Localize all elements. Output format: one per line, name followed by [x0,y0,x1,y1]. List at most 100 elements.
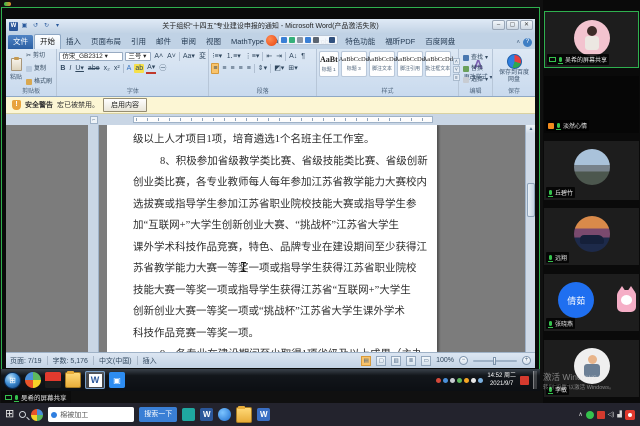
tab-references[interactable]: 引用 [126,35,151,49]
status-insert-mode[interactable]: 插入 [143,356,157,366]
tab-home[interactable]: 开始 [34,34,61,49]
clear-format-icon[interactable]: 変 [198,52,207,61]
zoom-level[interactable]: 100% [436,357,454,364]
record-toolbar-icon[interactable] [321,37,327,43]
view-draft-button[interactable]: ▭ [421,356,431,366]
show-desktop-button[interactable] [533,371,537,389]
minimize-button[interactable]: ‒ [492,20,505,30]
shading-icon[interactable]: ◩▾ [273,64,285,73]
select-button[interactable]: 选择▾ [463,76,488,84]
horizontal-ruler[interactable]: ⌐ [6,114,535,125]
word-app-icon[interactable]: W [9,22,18,31]
close-button[interactable]: ✕ [520,20,533,30]
search-go-button[interactable]: 搜索一下 [139,407,177,422]
replace-button[interactable]: 替换 [463,65,488,73]
word-win10-icon[interactable]: W [200,408,213,421]
align-right-icon[interactable]: ≡ [230,64,236,73]
win10-start-button[interactable]: ⊞ [5,409,14,420]
scroll-up-icon[interactable]: ▲ [526,125,535,134]
copy-button[interactable]: 复制 [26,65,52,73]
shrink-font-icon[interactable]: A˅ [166,52,177,61]
paste-button[interactable]: 粘贴 [8,51,24,87]
tab-special-features[interactable]: 特色功能 [340,35,380,49]
style-item[interactable]: AaBbCcDd 脚注引用 [397,51,423,77]
view-outline-button[interactable]: ≣ [406,356,416,366]
participant-tile[interactable]: 丘碧竹 [544,141,639,200]
enable-content-button[interactable]: 启用内容 [103,98,147,112]
notification-badge[interactable] [625,410,635,420]
cut-button[interactable]: ✂剪切 [26,52,52,60]
status-page[interactable]: 页面: 7/19 [10,356,42,366]
distribute-icon[interactable]: ≡ [246,64,252,73]
zoom-slider[interactable] [473,360,517,362]
tab-baidu-netdisk[interactable]: 百度网盘 [420,35,460,49]
red-tray-icon[interactable] [597,411,605,419]
tab-foxit-pdf[interactable]: 福昕PDF [380,35,420,49]
italic-button[interactable]: I [68,64,72,73]
tab-review[interactable]: 审阅 [176,35,201,49]
view-print-layout-button[interactable]: ▤ [361,356,371,366]
align-left-icon[interactable]: ≡ [211,63,219,74]
tray-icon[interactable] [436,378,441,383]
save-icon[interactable]: ▣ [20,22,29,31]
zoom-in-button[interactable]: + [522,356,531,365]
tab-mathtype[interactable]: MathType [226,35,269,49]
view-web-button[interactable]: ▥ [391,356,401,366]
tab-selector[interactable]: ⌐ [90,116,98,124]
scrollbar-thumb[interactable] [527,183,535,217]
browser-360-icon[interactable] [25,372,41,388]
multilevel-list-icon[interactable]: ⋮≡▾ [244,52,261,61]
members-toolbar-icon[interactable] [305,37,311,43]
word-taskbar-icon[interactable]: W [85,371,105,389]
save-to-baidu-button[interactable]: 保存到百度网盘 [495,51,533,87]
enclose-char-icon[interactable]: ㊀ [158,64,167,73]
camera-toolbar-icon[interactable] [289,37,295,43]
antivirus-tray-icon[interactable] [586,411,594,419]
redo-icon[interactable]: ↻ [42,22,51,31]
strikethrough-button[interactable]: abe [87,64,101,73]
style-item[interactable]: AaBbCcDd 批注框文本 [425,51,451,77]
tab-mailings[interactable]: 邮件 [151,35,176,49]
find-button[interactable]: 查找▾ [463,54,488,62]
undo-icon[interactable]: ↺ [31,22,40,31]
restore-button[interactable]: ▢ [506,20,519,30]
tab-page-layout[interactable]: 页面布局 [86,35,126,49]
align-center-icon[interactable]: ≡ [221,64,227,73]
meeting-app-taskbar-icon[interactable]: ▣ [109,372,125,388]
vertical-ruler[interactable] [88,125,99,352]
media-app-icon[interactable] [45,372,61,388]
status-language[interactable]: 中文(中国) [99,356,132,366]
volume-icon[interactable]: ◁) [608,411,615,418]
wps-icon[interactable]: W [257,408,270,421]
chat-toolbar-icon[interactable] [313,37,319,43]
participant-tile[interactable]: 远翔 [544,208,639,265]
meeting-logo-icon[interactable] [266,35,277,46]
tray-icon[interactable] [464,378,469,383]
tray-chevron-icon[interactable]: ∧ [578,411,582,418]
style-item[interactable]: AaBbCcDd 标题 3 [341,51,367,77]
format-painter-button[interactable]: 格式刷 [26,78,52,86]
decrease-indent-icon[interactable]: ⇤ [265,52,273,61]
font-size-combo[interactable]: 三号 ▾ [125,52,151,61]
show-marks-icon[interactable]: ¶ [300,52,306,61]
view-fullscreen-button[interactable]: ▢ [376,356,386,366]
tray-icon[interactable] [457,378,462,383]
share-toolbar-icon[interactable] [297,37,303,43]
vertical-scrollbar[interactable]: ▲ [525,125,535,352]
win7-clock[interactable]: 14:52 周二 2021/9/7 [487,372,516,389]
explorer-folder-icon[interactable] [65,372,81,388]
grow-font-icon[interactable]: A˄ [153,52,164,61]
justify-icon[interactable]: ≡ [238,64,244,73]
taskbar-search-box[interactable]: 棉被加工 [48,407,134,422]
style-item[interactable]: AaBbCcDd 脚注文本 [369,51,395,77]
help-icon[interactable]: ? [523,38,532,47]
increase-indent-icon[interactable]: ⇥ [275,52,283,61]
pinwheel-app-icon[interactable] [31,409,43,421]
participant-tile[interactable]: 倩茹 张晓燕 [544,274,639,331]
browser-icon[interactable] [218,408,231,421]
bullets-icon[interactable]: ⁝≡▾ [211,52,223,61]
network-icon[interactable] [478,378,483,383]
tray-icon[interactable] [443,378,448,383]
superscript-button[interactable]: x² [113,64,121,73]
tab-file[interactable]: 文件 [8,35,33,49]
